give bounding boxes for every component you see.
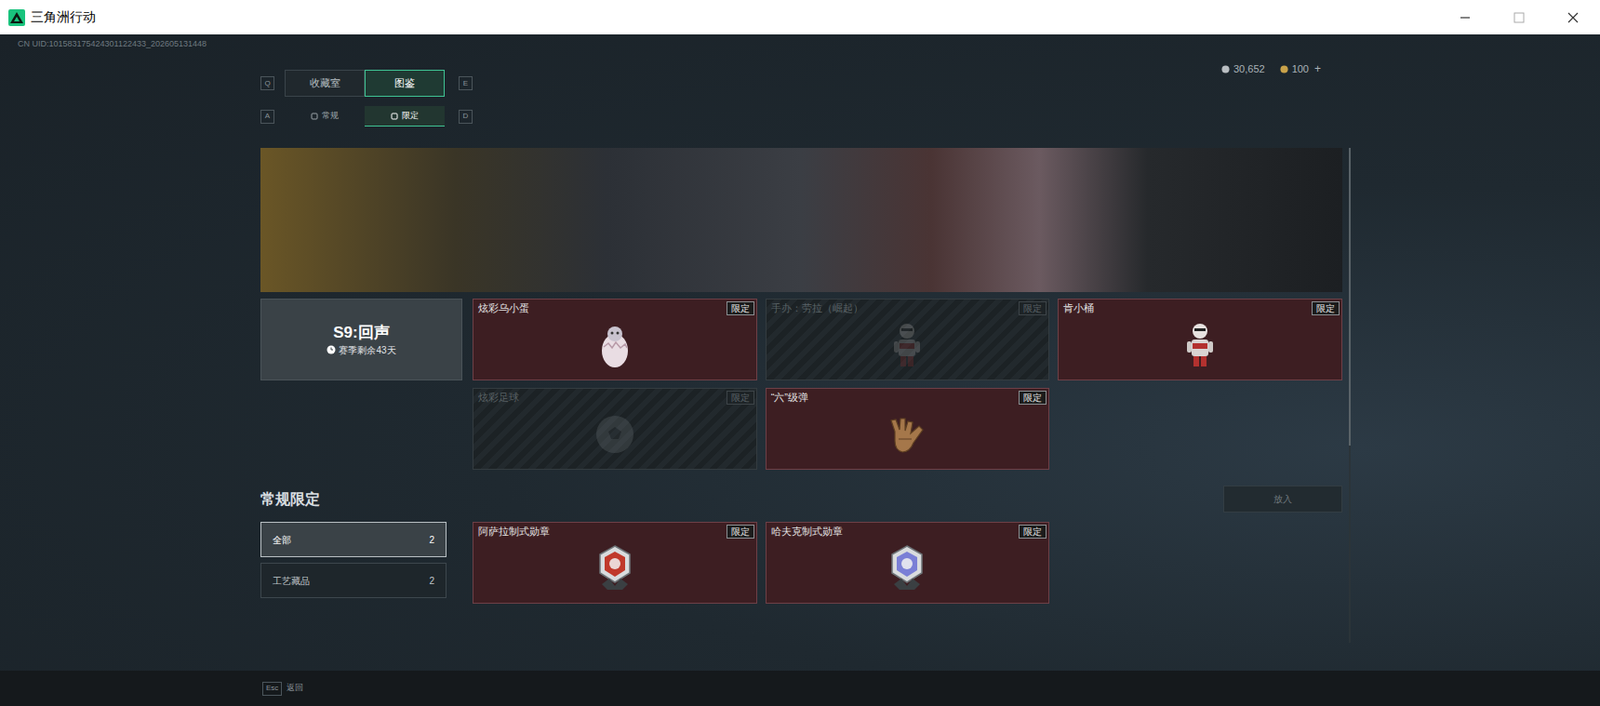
section-title: 常规限定 [260, 488, 320, 511]
clock-icon [326, 345, 336, 355]
item-name: 阿萨拉制式勋章 [478, 524, 550, 539]
tab[interactable]: 收藏室 [284, 69, 365, 97]
currency: 30,652 [1221, 61, 1266, 78]
subtab-icon [390, 112, 399, 120]
item-name: “六”级弹 [771, 390, 809, 405]
figure-icon [891, 320, 923, 370]
medal-icon [594, 543, 636, 594]
subtab[interactable]: 限定 [364, 106, 445, 127]
season-item-grid: 炫彩乌小蛋限定手办：劳拉（崛起）限定肯小桶限定炫彩足球限定“六”级弹限定 [472, 298, 1343, 470]
tab[interactable]: 图鉴 [364, 69, 445, 97]
item-badge: 限定 [1018, 390, 1047, 405]
season-remaining: 赛季剩余43天 [338, 343, 396, 358]
item-badge: 限定 [726, 301, 755, 316]
item-badge: 限定 [726, 524, 755, 539]
maximize-button[interactable] [1492, 0, 1547, 35]
item-name: 哈夫克制式勋章 [771, 524, 843, 539]
collection-item[interactable]: 手办：劳拉（崛起） 限定 [765, 298, 1051, 381]
scrollbar-thumb[interactable] [1348, 147, 1351, 446]
season-title: S9:回声 [333, 322, 389, 344]
glove-icon [885, 413, 929, 456]
subtab[interactable]: 常规 [284, 106, 365, 127]
ball-icon [593, 413, 637, 456]
add-currency-button[interactable]: + [1314, 60, 1321, 78]
close-icon [1567, 12, 1579, 24]
minimize-button[interactable] [1438, 0, 1493, 35]
key-hint: E [458, 76, 473, 91]
season-banner [260, 147, 1343, 293]
collection-item[interactable]: “六”级弹 限定 [765, 387, 1051, 470]
key-hint: D [458, 109, 473, 124]
coin-icon [1221, 65, 1230, 74]
collection-item[interactable]: 阿萨拉制式勋章 限定 [472, 521, 758, 604]
figure-icon [1184, 320, 1216, 370]
filter-item[interactable]: 工艺藏品2 [260, 562, 447, 599]
title-bar: 三角洲行动 [0, 0, 1600, 35]
put-in-button[interactable]: 放入 [1223, 485, 1343, 513]
minimize-icon [1459, 12, 1471, 24]
back-label[interactable]: 返回 [286, 681, 304, 695]
egg-icon [596, 320, 634, 370]
key-hint: Q [260, 76, 275, 91]
scrollbar[interactable] [1348, 147, 1351, 643]
subtab-bar: A 常规限定 D [0, 106, 1600, 127]
footer-bar: Esc 返回 [0, 670, 1600, 706]
collection-item[interactable]: 炫彩足球 限定 [472, 387, 758, 470]
item-badge: 限定 [1018, 301, 1047, 316]
uid-label: CN UID:101583175424301122433_20260513144… [0, 34, 1600, 50]
maximize-icon [1513, 12, 1525, 24]
item-name: 炫彩乌小蛋 [478, 301, 530, 316]
main-area: CN UID:101583175424301122433_20260513144… [0, 34, 1600, 671]
collection-item[interactable]: 哈夫克制式勋章 限定 [765, 521, 1051, 604]
tab-bar: Q 收藏室图鉴 E [260, 69, 473, 97]
item-badge: 限定 [726, 390, 755, 405]
item-name: 肯小桶 [1063, 301, 1094, 316]
collection-content: S9:回声赛季剩余43天炫彩乌小蛋限定手办：劳拉（崛起）限定肯小桶限定炫彩足球限… [260, 147, 1343, 671]
collection-item[interactable]: 肯小桶 限定 [1057, 298, 1343, 381]
app-window: 三角洲行动 CN UID:101583175424301122433_202605… [0, 0, 1600, 706]
item-name: 炫彩足球 [478, 390, 520, 405]
item-badge: 限定 [1018, 524, 1047, 539]
filter-item[interactable]: 全部2 [260, 521, 447, 558]
coin-icon [1280, 65, 1289, 74]
regular-item-grid: 阿萨拉制式勋章 限定 哈夫克制式勋章 限定 [472, 521, 1343, 604]
item-name: 手办：劳拉（崛起） [771, 301, 864, 316]
currency-bar: 30,652 100 + [1221, 60, 1321, 78]
close-button[interactable] [1546, 0, 1600, 35]
filter-list: 全部2 工艺藏品2 [260, 521, 463, 604]
currency: 100 [1280, 61, 1309, 78]
subtab-icon [310, 112, 319, 120]
medal-icon [886, 543, 928, 594]
item-badge: 限定 [1311, 301, 1340, 316]
esc-key[interactable]: Esc [262, 681, 282, 696]
app-logo-icon [8, 9, 26, 27]
key-hint: A [260, 109, 275, 124]
season-card: S9:回声赛季剩余43天 [260, 298, 463, 381]
collection-item[interactable]: 炫彩乌小蛋 限定 [472, 298, 758, 381]
window-title: 三角洲行动 [30, 7, 96, 27]
